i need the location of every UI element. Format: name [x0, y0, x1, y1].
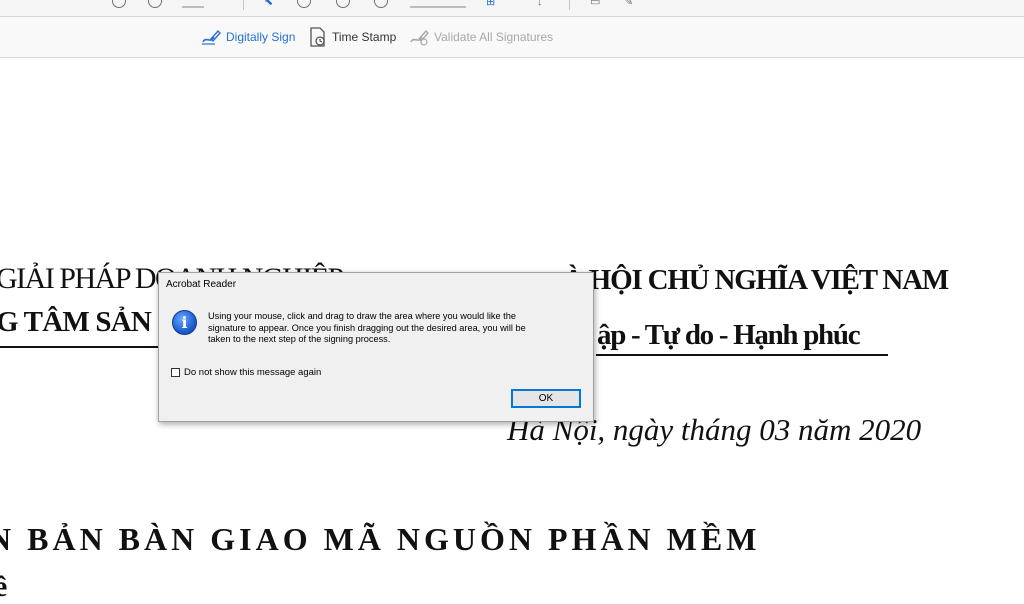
circle-icon[interactable]	[148, 0, 162, 8]
select-cursor-icon[interactable]: ⬉	[264, 0, 273, 8]
checkbox-label: Do not show this message again	[184, 367, 322, 378]
validate-signatures-button[interactable]: Validate All Signatures	[409, 26, 553, 48]
zoom-in-icon[interactable]	[374, 0, 388, 8]
circle-icon[interactable]	[112, 0, 126, 8]
subject-line: ề	[0, 570, 8, 603]
fit-page-icon[interactable]: ⊞	[486, 0, 495, 8]
comment-icon[interactable]: ▭	[590, 0, 600, 8]
dialog-title: Acrobat Reader	[166, 279, 237, 290]
dont-show-again-row[interactable]: Do not show this message again	[171, 367, 321, 378]
motto-line: ập - Tự do - Hạnh phúc	[597, 319, 861, 351]
zoom-field[interactable]	[410, 6, 466, 8]
motto-underline	[596, 354, 888, 356]
digitally-sign-label: Digitally Sign	[226, 30, 296, 44]
scroll-down-icon[interactable]: ↓	[537, 0, 543, 8]
national-title-line: À HỘI CHỦ NGHĨA VIỆT NAM	[563, 264, 949, 296]
info-icon: i	[172, 310, 197, 335]
toolbar-separator	[569, 0, 570, 10]
ok-button[interactable]: OK	[511, 389, 581, 408]
zoom-out-icon[interactable]	[336, 0, 350, 8]
digitally-sign-button[interactable]: Digitally Sign	[201, 26, 295, 48]
time-stamp-label: Time Stamp	[332, 30, 397, 44]
time-stamp-icon	[310, 27, 325, 47]
main-toolbar: ⬉ ⊞ ↓ ▭ ✎	[0, 0, 1024, 17]
toolbar-separator	[243, 0, 244, 10]
dialog-message: Using your mouse, click and drag to draw…	[208, 311, 526, 344]
acrobat-dialog: Acrobat Reader i Using your mouse, click…	[158, 272, 594, 422]
heading-underline	[0, 346, 160, 348]
validate-pen-icon	[410, 29, 429, 46]
time-stamp-button[interactable]: Time Stamp	[309, 26, 396, 48]
circle-icon[interactable]	[297, 0, 311, 8]
page-number-field[interactable]	[182, 6, 204, 8]
pen-sign-icon	[202, 29, 221, 45]
company-center-line: G TÂM SẢN	[0, 306, 152, 338]
highlight-icon[interactable]: ✎	[624, 0, 633, 8]
validate-label: Validate All Signatures	[434, 30, 554, 44]
dont-show-again-checkbox[interactable]	[171, 368, 180, 377]
certificates-toolbar: Digitally Sign Time Stamp Validate All S…	[0, 17, 1024, 58]
document-title: N BẢN BÀN GIAO MÃ NGUỒN PHẦN MỀM	[0, 521, 761, 557]
